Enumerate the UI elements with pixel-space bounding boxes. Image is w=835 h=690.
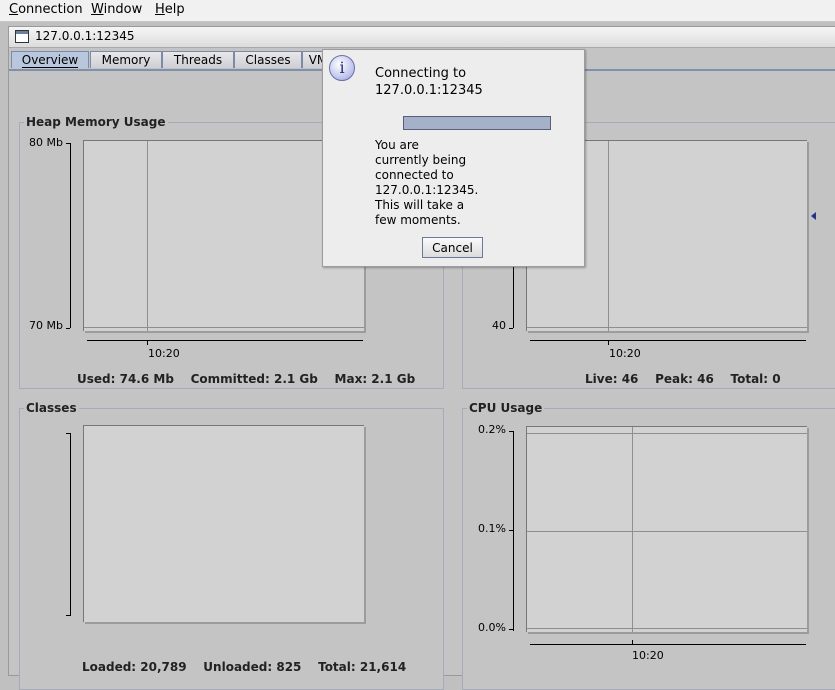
dialog-message-line: 127.0.0.1:12345. <box>375 183 479 197</box>
threads-x-axis <box>530 340 806 341</box>
tab-classes[interactable]: Classes <box>234 51 302 68</box>
menu-bar: Connection Window Help <box>0 0 835 22</box>
cpu-y-axis <box>513 431 514 631</box>
classes-y-tick-bottom <box>66 615 70 616</box>
heap-x-label: 10:20 <box>148 347 180 360</box>
cpu-grid-line-v <box>632 427 633 632</box>
window-title: 127.0.0.1:12345 <box>35 29 135 43</box>
progress-fill <box>404 117 550 129</box>
dialog-heading-line2: 127.0.0.1:12345 <box>375 83 483 98</box>
cpu-y-label-top: 0.2% <box>478 423 506 436</box>
threads-y-label-bottom: 40 <box>492 319 506 332</box>
threads-footer: Live: 46 Peak: 46 Total: 0 <box>585 372 781 386</box>
dialog-message-line: currently being <box>375 153 467 167</box>
dialog-message-line: You are <box>375 138 419 152</box>
collapse-arrow-icon[interactable] <box>811 212 816 220</box>
heap-footer: Used: 74.6 Mb Committed: 2.1 Gb Max: 2.1… <box>77 372 416 386</box>
threads-x-label: 10:20 <box>609 347 641 360</box>
cpu-grid-line-top <box>527 433 807 434</box>
classes-y-axis <box>70 433 71 616</box>
heap-y-label-bottom: 70 Mb <box>29 319 63 332</box>
menu-connection[interactable]: Connection <box>9 2 83 17</box>
cpu-grid-line-mid <box>527 531 807 532</box>
window-titlebar[interactable]: 127.0.0.1:12345 <box>9 27 835 48</box>
heap-y-tick-bottom <box>66 328 70 329</box>
cancel-button[interactable]: Cancel <box>422 237 483 258</box>
tab-memory[interactable]: Memory <box>90 51 162 68</box>
tab-overview[interactable]: Overview <box>11 51 89 68</box>
cpu-y-label-mid: 0.1% <box>478 522 506 535</box>
threads-y-tick-bottom <box>509 328 513 329</box>
heap-x-tick <box>147 340 148 345</box>
threads-baseline <box>527 327 807 328</box>
dialog-heading: Connecting to 127.0.0.1:12345 <box>375 65 575 99</box>
heap-panel-title: Heap Memory Usage <box>24 115 168 129</box>
cpu-baseline <box>527 628 807 629</box>
heap-y-label-top: 80 Mb <box>29 136 63 149</box>
classes-y-tick-top <box>66 433 70 434</box>
cpu-plot <box>526 426 807 632</box>
cpu-y-tick-bottom <box>509 629 513 630</box>
heap-grid-line <box>147 141 148 331</box>
classes-plot <box>83 425 364 622</box>
dialog-message: You are currently being connected to 127… <box>375 138 495 228</box>
window-icon <box>15 30 29 43</box>
cpu-y-label-bottom: 0.0% <box>478 621 506 634</box>
tab-threads[interactable]: Threads <box>162 51 234 68</box>
dialog-heading-line1: Connecting to <box>375 66 467 81</box>
heap-y-axis <box>70 143 71 328</box>
cpu-x-axis <box>530 644 806 645</box>
info-icon: i <box>329 55 355 81</box>
cpu-x-tick <box>632 640 633 645</box>
dialog-message-line: few moments. <box>375 213 461 227</box>
classes-panel-title: Classes <box>24 401 79 415</box>
classes-panel: Classes Loaded: 20,789 Unloaded: 825 Tot… <box>19 401 444 690</box>
cpu-y-tick-top <box>509 431 513 432</box>
menu-help[interactable]: Help <box>155 2 185 17</box>
cpu-panel-title: CPU Usage <box>467 401 545 415</box>
heap-x-axis <box>87 340 363 341</box>
cpu-y-tick-mid <box>509 530 513 531</box>
heap-y-tick-top <box>66 143 70 144</box>
dialog-message-line: connected to <box>375 168 454 182</box>
cpu-usage-panel: CPU Usage 0.2% 0.1% 0.0% 10:20 <box>462 401 835 690</box>
dialog-message-line: This will take a <box>375 198 465 212</box>
cpu-x-label: 10:20 <box>632 649 664 662</box>
connecting-dialog: i Connecting to 127.0.0.1:12345 You are … <box>322 49 585 267</box>
threads-x-tick <box>608 340 609 345</box>
connection-progress-bar <box>403 116 551 130</box>
classes-footer: Loaded: 20,789 Unloaded: 825 Total: 21,6… <box>82 660 407 674</box>
threads-grid-line <box>608 141 609 331</box>
heap-baseline <box>84 327 364 328</box>
menu-window[interactable]: Window <box>91 2 142 17</box>
